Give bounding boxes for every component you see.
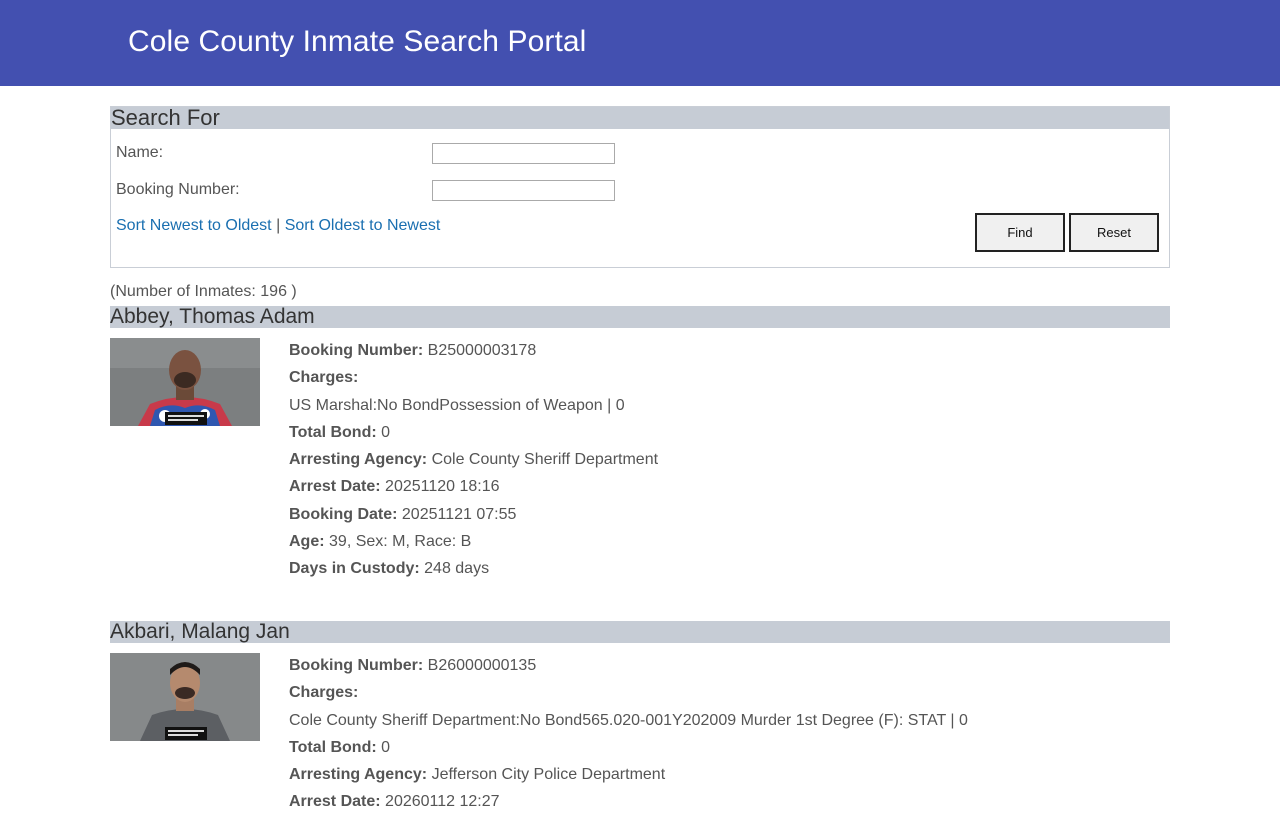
- sort-newest-link[interactable]: Sort Newest to Oldest: [116, 217, 272, 234]
- arrest-date-row: Arrest Date: 20251120 18:16: [289, 478, 500, 496]
- inmate-name-heading: Abbey, Thomas Adam: [110, 305, 1170, 328]
- age-sex-race-value: 39, Sex: M, Race: B: [329, 533, 472, 551]
- booking-number-label: Booking Number:: [116, 181, 240, 198]
- name-input[interactable]: [432, 143, 615, 164]
- arresting-agency-row: Arresting Agency: Cole County Sheriff De…: [289, 451, 659, 469]
- booking-date-value: 20251121 07:55: [401, 505, 517, 523]
- booking-number-input[interactable]: [432, 180, 615, 201]
- arrest-date-value: 20260112 12:27: [385, 793, 500, 811]
- inmate-name: Abbey, Thomas Adam: [110, 305, 315, 328]
- total-bond-value: 0: [381, 423, 391, 441]
- charges-value: US Marshal:No BondPossession of Weapon |…: [289, 396, 625, 414]
- search-panel: Search For Name: Booking Number: Sort Ne…: [110, 105, 1170, 268]
- search-panel-heading: Search For: [111, 105, 1169, 130]
- arrest-date-row: Arrest Date: 20260112 12:27: [289, 793, 500, 811]
- arresting-agency-row: Arresting Agency: Jefferson City Police …: [289, 766, 666, 784]
- find-button[interactable]: Find: [975, 213, 1065, 252]
- booking-number-value: B26000000135: [427, 657, 537, 674]
- total-bond-row: Total Bond: 0: [289, 738, 391, 756]
- page-header: Cole County Inmate Search Portal: [0, 0, 1280, 86]
- arresting-agency-value: Jefferson City Police Department: [431, 766, 666, 784]
- booking-date-row: Booking Date: 20251121 07:55: [289, 505, 517, 523]
- inmate-details: Booking Number: B25000003178 Charges: US…: [289, 342, 1169, 588]
- charges-label-row: Charges:: [289, 684, 359, 702]
- total-bond-value: 0: [381, 738, 391, 756]
- total-bond-row: Total Bond: 0: [289, 423, 391, 441]
- reset-button[interactable]: Reset: [1069, 213, 1159, 252]
- search-heading-text: Search For: [111, 105, 220, 130]
- days-in-custody-value: 248 days: [424, 560, 490, 578]
- days-in-custody-row: Days in Custody: 248 days: [289, 560, 490, 578]
- inmate-details: Booking Number: B26000000135 Charges: Co…: [289, 657, 1169, 821]
- inmate-photo: [110, 653, 260, 741]
- age-sex-race-row: Age: 39, Sex: M, Race: B: [289, 533, 472, 551]
- inmate-count: (Number of Inmates: 196 ): [110, 283, 297, 300]
- page-title: Cole County Inmate Search Portal: [128, 25, 587, 58]
- charges-value: Cole County Sheriff Department:No Bond56…: [289, 711, 968, 729]
- inmate-name: Akbari, Malang Jan: [110, 620, 290, 643]
- arrest-date-value: 20251120 18:16: [385, 478, 500, 496]
- charges-label-row: Charges:: [289, 369, 359, 387]
- arresting-agency-value: Cole County Sheriff Department: [431, 451, 659, 469]
- sort-oldest-link[interactable]: Sort Oldest to Newest: [285, 217, 441, 234]
- booking-number-row: Booking Number: B25000003178: [289, 342, 537, 359]
- sort-separator: |: [276, 217, 281, 234]
- inmate-photo: [110, 338, 260, 426]
- booking-number-value: B25000003178: [427, 342, 537, 359]
- inmate-name-heading: Akbari, Malang Jan: [110, 620, 1170, 643]
- name-label: Name:: [116, 144, 164, 161]
- sort-links: Sort Newest to Oldest | Sort Oldest to N…: [116, 217, 440, 235]
- booking-number-row: Booking Number: B26000000135: [289, 657, 537, 674]
